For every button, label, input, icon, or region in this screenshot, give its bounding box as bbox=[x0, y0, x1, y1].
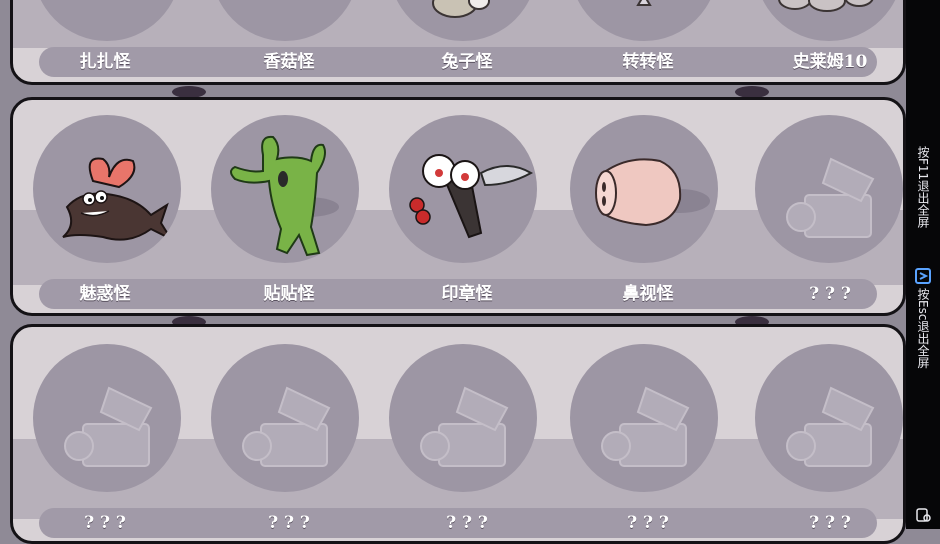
monster-slot[interactable] bbox=[33, 115, 181, 263]
rabbit-monster-icon bbox=[432, 0, 490, 18]
monster-name: 魅惑怪 bbox=[79, 284, 131, 304]
charm-monster-icon bbox=[62, 157, 174, 242]
monster-slot[interactable] bbox=[755, 0, 903, 41]
monster-slot[interactable] bbox=[570, 0, 718, 41]
monster-slot[interactable] bbox=[570, 115, 718, 263]
monster-slot[interactable] bbox=[211, 115, 359, 263]
locked-slot[interactable] bbox=[33, 344, 181, 492]
monster-name: ? ? ? bbox=[809, 513, 851, 533]
collection-row-1: 扎扎怪 香菇怪 兔子怪 转转怪 史莱姆10 bbox=[10, 0, 906, 85]
camera-placeholder-icon bbox=[601, 386, 690, 467]
monster-name: 香菇怪 bbox=[263, 52, 315, 72]
collection-row-3: ? ? ? ? ? ? ? ? ? ? ? ? ? ? ? bbox=[10, 324, 906, 544]
slime-monster-icon bbox=[778, 0, 874, 12]
camera-placeholder-icon bbox=[786, 386, 875, 467]
locked-slot[interactable] bbox=[755, 115, 903, 263]
camera-placeholder-icon bbox=[786, 157, 875, 238]
monster-name: ? ? ? bbox=[268, 513, 310, 533]
monster-name: 兔子怪 bbox=[441, 52, 493, 72]
locked-slot[interactable] bbox=[389, 344, 537, 492]
monster-name: 贴贴怪 bbox=[263, 284, 315, 304]
monster-name: ? ? ? bbox=[627, 513, 669, 533]
exit-fullscreen-esc-hint: 按Esc退出全屏 bbox=[916, 288, 930, 369]
monster-name: ? ? ? bbox=[84, 513, 126, 533]
keyboard-icon bbox=[915, 268, 931, 284]
locked-slot[interactable] bbox=[211, 344, 359, 492]
spinner-monster-icon bbox=[636, 0, 652, 6]
monster-name: 鼻视怪 bbox=[622, 284, 674, 304]
share-icon[interactable] bbox=[915, 506, 931, 522]
nose-monster-icon bbox=[595, 158, 710, 227]
monster-name: 史莱姆10 bbox=[792, 52, 868, 72]
collection-row-2: 魅惑怪 贴贴怪 印章怪 鼻视怪 ? ? ? bbox=[10, 97, 906, 316]
monster-name: 印章怪 bbox=[441, 284, 493, 304]
locked-slot[interactable] bbox=[570, 344, 718, 492]
camera-placeholder-icon bbox=[242, 386, 331, 467]
locked-slot[interactable] bbox=[755, 344, 903, 492]
monster-name: 转转怪 bbox=[622, 52, 674, 72]
monster-slot[interactable] bbox=[389, 0, 537, 41]
monster-slot[interactable] bbox=[389, 115, 537, 263]
monster-name: ? ? ? bbox=[446, 513, 488, 533]
monster-name: 扎扎怪 bbox=[79, 52, 131, 72]
stamp-monster-icon bbox=[409, 154, 534, 239]
cactus-monster-icon bbox=[230, 135, 339, 257]
monster-name: ? ? ? bbox=[809, 284, 851, 304]
camera-placeholder-icon bbox=[64, 386, 153, 467]
fullscreen-sidebar: 按F11退出全屏 按Esc退出全屏 bbox=[906, 0, 940, 529]
exit-fullscreen-f11-hint: 按F11退出全屏 bbox=[916, 146, 930, 229]
camera-placeholder-icon bbox=[420, 386, 509, 467]
